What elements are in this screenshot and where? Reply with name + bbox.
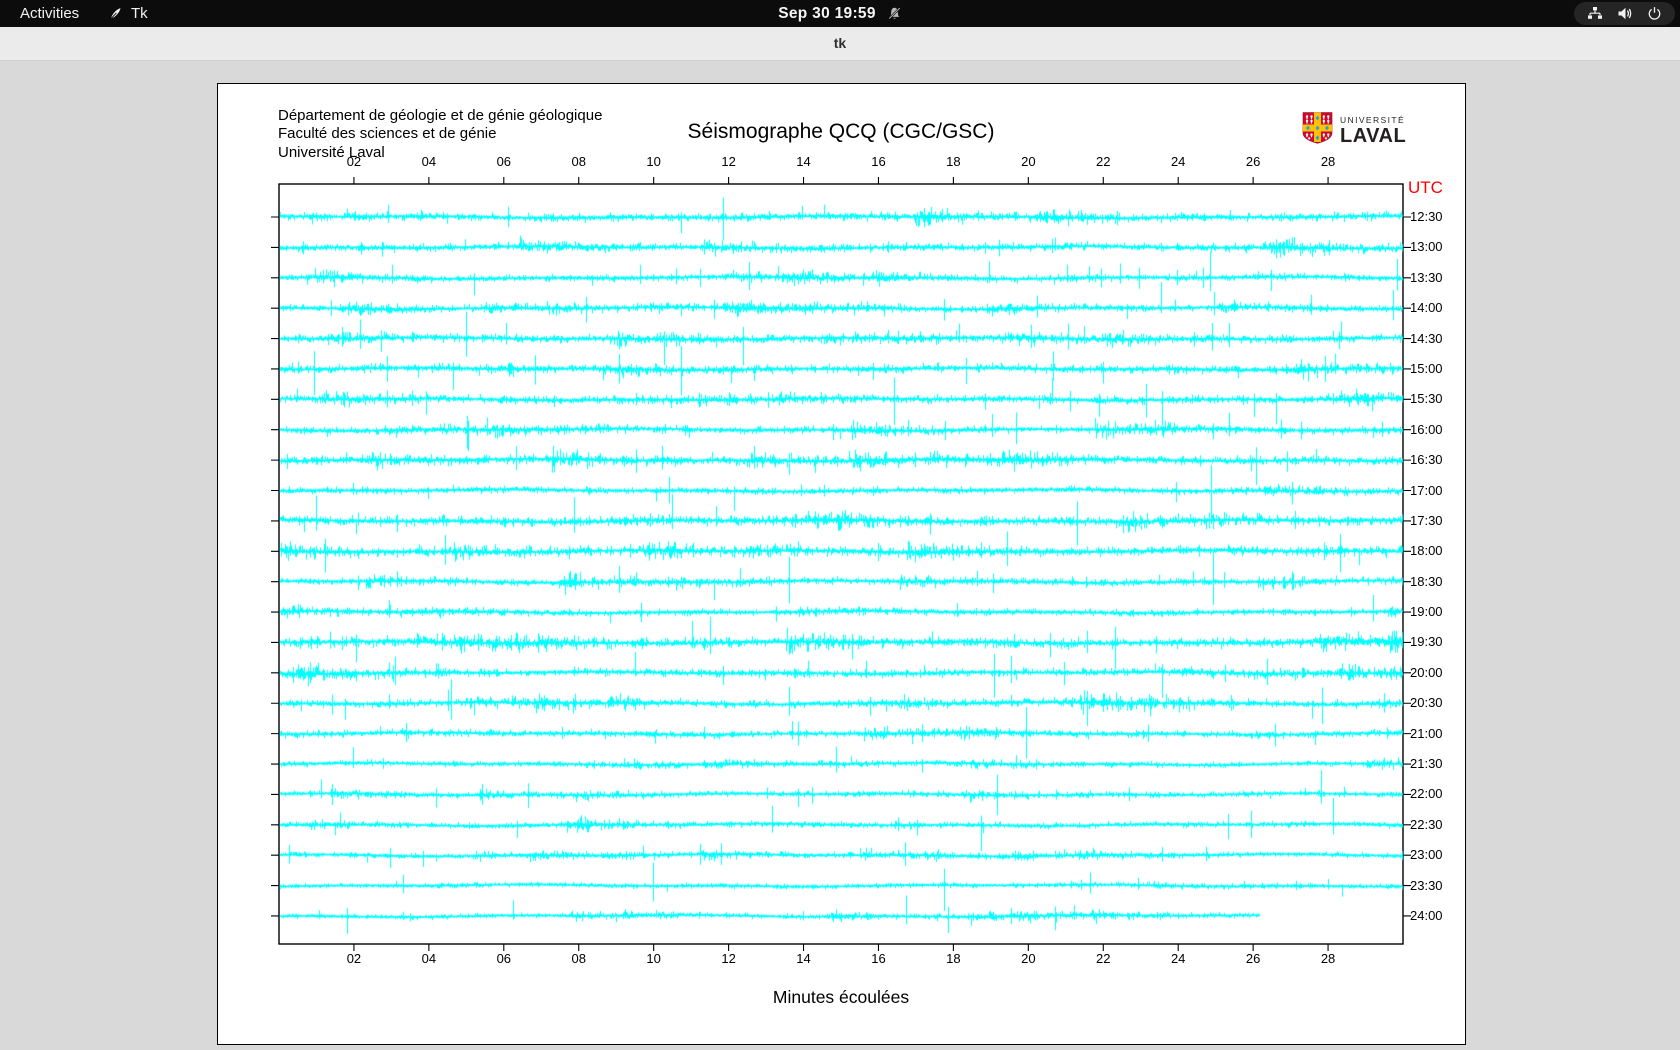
utc-time-label-22:00: 22:00 <box>1410 786 1443 802</box>
x-tick-label-28-bottom: 28 <box>1320 951 1336 966</box>
utc-time-label-14:00: 14:00 <box>1410 300 1443 316</box>
utc-time-label-16:30: 16:30 <box>1410 452 1443 468</box>
utc-time-label-15:30: 15:30 <box>1410 391 1443 407</box>
x-tick-label-14-top: 14 <box>796 154 811 169</box>
utc-time-label-17:00: 17:00 <box>1410 482 1443 498</box>
seismogram-traces <box>218 84 1465 1044</box>
x-tick-label-08-top: 08 <box>571 154 586 169</box>
x-tick-label-22-top: 22 <box>1096 154 1111 169</box>
x-tick-label-02-bottom: 02 <box>346 951 362 966</box>
x-tick-label-16-top: 16 <box>871 154 886 169</box>
window-titlebar: tk <box>0 27 1680 61</box>
x-tick-label-24-bottom: 24 <box>1170 951 1186 966</box>
utc-time-label-23:00: 23:00 <box>1410 847 1443 863</box>
power-icon <box>1647 6 1662 21</box>
x-tick-label-12-bottom: 12 <box>721 951 736 966</box>
utc-time-label-16:00: 16:00 <box>1410 421 1443 437</box>
x-tick-label-02-top: 02 <box>346 154 362 169</box>
utc-time-label-21:00: 21:00 <box>1410 725 1443 741</box>
x-tick-label-22-bottom: 22 <box>1096 951 1111 966</box>
x-axis-label: Minutes écoulées <box>772 987 910 1007</box>
x-tick-label-08-bottom: 08 <box>571 951 586 966</box>
notifications-muted-icon <box>887 6 902 21</box>
utc-time-label-24:00: 24:00 <box>1410 907 1443 923</box>
x-tick-label-24-top: 24 <box>1170 154 1186 169</box>
utc-time-label-19:30: 19:30 <box>1410 634 1443 650</box>
x-tick-label-06-top: 06 <box>496 154 512 169</box>
seismograph-canvas: Département de géologie et de génie géol… <box>217 83 1466 1045</box>
utc-time-label-19:00: 19:00 <box>1410 604 1443 620</box>
x-tick-label-14-bottom: 14 <box>796 951 811 966</box>
x-tick-label-12-top: 12 <box>721 154 736 169</box>
x-tick-label-28-top: 28 <box>1320 154 1336 169</box>
network-icon <box>1587 6 1603 21</box>
clock-label: Sep 30 19:59 <box>778 4 876 22</box>
utc-time-label-20:30: 20:30 <box>1410 695 1443 711</box>
utc-time-label-18:00: 18:00 <box>1410 543 1443 559</box>
clock-menu-button[interactable]: Sep 30 19:59 <box>0 0 1680 27</box>
utc-time-label-17:30: 17:30 <box>1410 512 1443 528</box>
x-tick-label-16-bottom: 16 <box>871 951 886 966</box>
desktop: { "top_bar": { "activities_label": "Acti… <box>0 0 1680 1050</box>
utc-time-label-15:00: 15:00 <box>1410 360 1443 376</box>
utc-time-label-13:30: 13:30 <box>1410 269 1443 285</box>
volume-icon <box>1617 6 1633 21</box>
utc-time-label-18:30: 18:30 <box>1410 573 1443 589</box>
x-tick-label-26-top: 26 <box>1245 154 1261 169</box>
x-tick-label-20-top: 20 <box>1021 154 1036 169</box>
x-tick-label-04-top: 04 <box>421 154 437 169</box>
x-tick-label-10-top: 10 <box>646 154 661 169</box>
top-bar: Activities Tk Sep 30 19:59 <box>0 0 1680 27</box>
utc-time-label-14:30: 14:30 <box>1410 330 1443 346</box>
x-tick-label-18-bottom: 18 <box>946 951 961 966</box>
utc-time-label-22:30: 22:30 <box>1410 816 1443 832</box>
utc-time-label-13:00: 13:00 <box>1410 239 1443 255</box>
system-status-pill[interactable] <box>1574 2 1675 25</box>
x-tick-label-26-bottom: 26 <box>1245 951 1261 966</box>
x-tick-label-18-top: 18 <box>946 154 961 169</box>
x-tick-label-20-bottom: 20 <box>1021 951 1036 966</box>
window-title: tk <box>833 35 847 51</box>
x-tick-label-04-bottom: 04 <box>421 951 437 966</box>
utc-time-label-20:00: 20:00 <box>1410 664 1443 680</box>
x-tick-label-10-bottom: 10 <box>646 951 661 966</box>
x-tick-label-06-bottom: 06 <box>496 951 512 966</box>
utc-time-label-12:30: 12:30 <box>1410 209 1443 224</box>
utc-time-label-21:30: 21:30 <box>1410 756 1443 772</box>
utc-time-label-23:30: 23:30 <box>1410 877 1443 893</box>
